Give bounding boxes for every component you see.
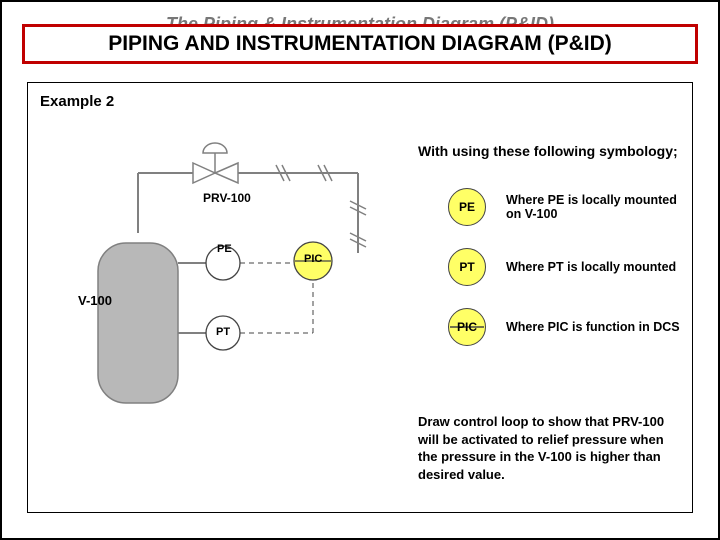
legend-pic-text: Where PIC is function in DCS	[506, 320, 680, 334]
vessel-label: V-100	[78, 293, 112, 308]
legend-pe: PE Where PE is locally mounted on V-100	[448, 188, 686, 226]
pt-balloon-label: PT	[216, 326, 230, 338]
legend-pt-text: Where PT is locally mounted	[506, 260, 676, 274]
page-title: PIPING AND INSTRUMENTATION DIAGRAM (P&ID…	[22, 24, 698, 64]
pt-symbol-icon: PT	[448, 248, 486, 286]
valve-label: PRV-100	[203, 191, 251, 205]
pe-balloon-label: PE	[217, 243, 232, 255]
legend-pic: PIC Where PIC is function in DCS	[448, 308, 680, 346]
pe-symbol-icon: PE	[448, 188, 486, 226]
pic-symbol-icon: PIC	[448, 308, 486, 346]
slide: The Piping & Instrumentation Diagram (P&…	[0, 0, 720, 540]
pid-diagram	[28, 103, 408, 443]
symbology-intro: With using these following symbology;	[418, 143, 678, 159]
pic-balloon-label: PIC	[304, 253, 322, 265]
legend-pe-text: Where PE is locally mounted on V-100	[506, 193, 686, 221]
legend-pt: PT Where PT is locally mounted	[448, 248, 676, 286]
content-box: Example 2 With using these following sym…	[27, 82, 693, 513]
instruction-text: Draw control loop to show that PRV-100 w…	[418, 413, 673, 483]
pic-symbol-label: PIC	[457, 320, 477, 334]
